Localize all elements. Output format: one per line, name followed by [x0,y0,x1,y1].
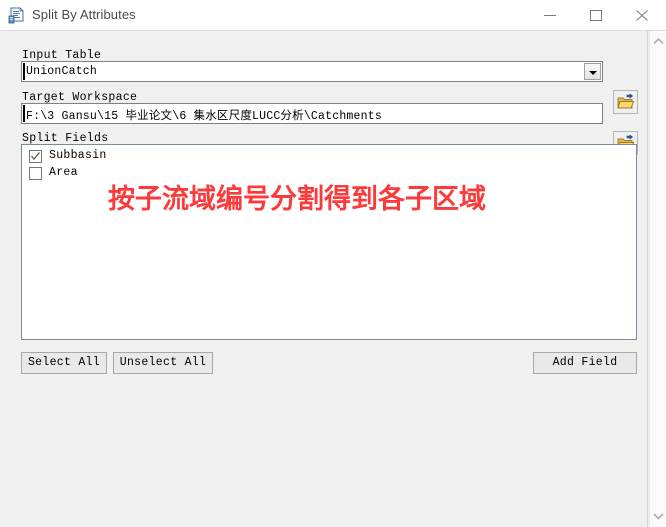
input-table-combo[interactable]: UnionCatch [21,61,603,82]
annotation-text: 按子流域编号分割得到各子区域 [108,184,486,215]
select-all-button[interactable]: Select All [21,352,107,374]
chevron-down-icon [653,513,664,520]
target-workspace-value: F:\3 Gansu\15 毕业论文\6 集水区尺度LUCC分析\Catchme… [26,110,382,123]
minimize-icon [544,15,556,16]
input-table-value: UnionCatch [26,65,98,78]
split-by-attributes-window: Split By Attributes Input Table UnionCat… [0,0,666,527]
add-field-button[interactable]: Add Field [533,352,637,374]
client-area: Input Table UnionCatch Target Workspace … [0,31,666,527]
unselect-all-button[interactable]: Unselect All [113,352,213,374]
checkbox-subbasin[interactable] [29,150,42,163]
chevron-down-icon[interactable] [584,63,601,80]
dialog-panel: Input Table UnionCatch Target Workspace … [0,31,648,527]
checkmark-icon [31,152,40,161]
window-title: Split By Attributes [32,7,136,22]
maximize-button[interactable] [574,0,620,30]
list-item-label: Subbasin [49,149,107,162]
close-button[interactable] [620,0,666,30]
titlebar: Split By Attributes [0,0,666,31]
text-caret [23,63,25,80]
chevron-up-icon [653,38,664,45]
split-fields-listbox[interactable]: Subbasin Area [21,144,637,340]
split-by-attributes-icon [7,6,26,25]
minimize-button[interactable] [528,0,574,30]
vertical-scrollbar[interactable] [649,31,666,527]
scroll-down-button[interactable] [650,508,666,525]
target-workspace-input[interactable]: F:\3 Gansu\15 毕业论文\6 集水区尺度LUCC分析\Catchme… [21,103,603,124]
list-item-label: Area [49,166,78,179]
input-table-browse-button[interactable] [613,90,638,114]
checkbox-area[interactable] [29,167,42,180]
close-icon [636,10,648,21]
maximize-icon [590,10,602,21]
scroll-up-button[interactable] [650,33,666,50]
open-folder-icon [617,94,634,109]
text-caret [23,105,25,122]
